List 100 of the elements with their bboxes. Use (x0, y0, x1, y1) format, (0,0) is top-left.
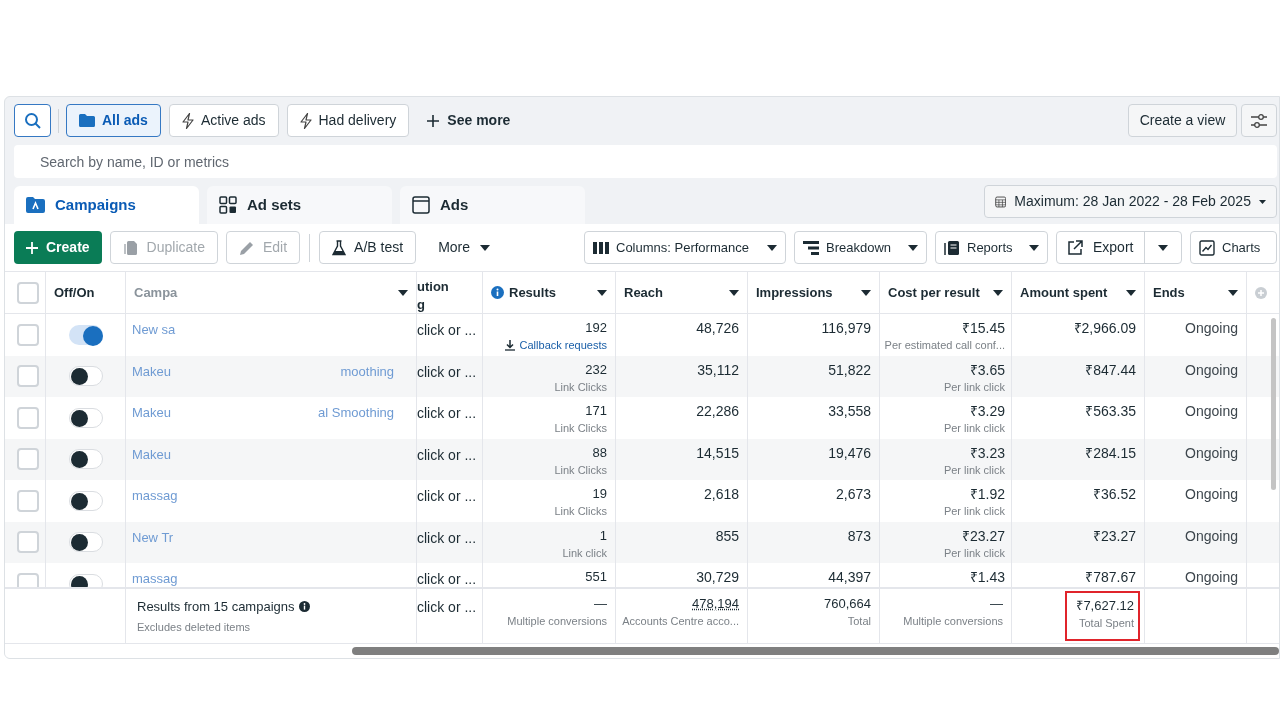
table-cell: Ongoing (1185, 444, 1238, 461)
cell-label: Per link click (943, 379, 1005, 395)
window-icon (412, 196, 430, 214)
table-cell: 14,515 (696, 444, 739, 461)
horizontal-scrollbar[interactable] (352, 647, 1279, 655)
toggle-switch[interactable] (68, 490, 103, 511)
more-button[interactable]: More (426, 231, 503, 264)
column-header: Cost per result (888, 283, 981, 302)
table-cell: 35,112 (697, 361, 739, 378)
table-cell: click or ... (417, 446, 477, 463)
toggle-switch[interactable] (68, 532, 103, 553)
callback-link[interactable]: Callback requests (504, 337, 607, 354)
table-cell: 2,618 (703, 486, 739, 502)
checkbox[interactable] (17, 448, 39, 471)
table-cell: ₹1.43 (969, 569, 1005, 585)
table-cell: 171 (585, 403, 607, 419)
caret-icon (480, 244, 491, 251)
copy-icon (122, 239, 139, 256)
table-cell: 88 (592, 444, 607, 461)
table-cell: Ongoing (1185, 486, 1238, 502)
info-icon (298, 601, 310, 613)
tab[interactable]: Ads (400, 186, 585, 224)
cell-label: Link Clicks (554, 379, 607, 395)
plus-icon (26, 241, 38, 254)
summary-cell-text: 478,194 Accounts Centre acco... (621, 595, 740, 629)
summary-title: Results from 15 campaigns (137, 598, 295, 616)
table-cell: ₹23.27 (961, 527, 1005, 544)
checkbox[interactable] (17, 489, 39, 512)
toggle-switch[interactable] (68, 366, 103, 387)
table-cell: Ongoing (1185, 361, 1238, 378)
toggle-switch[interactable] (68, 407, 103, 428)
table-cell: 2,673 (835, 486, 871, 502)
grid-icon (219, 196, 237, 214)
toolbar-button[interactable]: Breakdown (794, 231, 927, 264)
table-cell: 22,286 (696, 403, 739, 419)
folder-icon (26, 197, 45, 213)
toolbar-button[interactable]: Charts (1190, 231, 1277, 264)
table-cell: ₹3.65 (969, 361, 1005, 378)
table-cell: Ongoing (1185, 320, 1238, 336)
cell-label: Link click (562, 545, 607, 561)
table-cell: 44,397 (828, 569, 871, 585)
column-header: Ends (1153, 283, 1186, 302)
table-cell: click or ... (417, 405, 477, 421)
search-icon (23, 111, 42, 130)
table-cell: 19,476 (828, 444, 871, 461)
column-header: Results (509, 283, 557, 302)
calendar-icon (995, 193, 1007, 210)
table-cell: ₹787.67 (1085, 569, 1136, 585)
table-cell: 192 (585, 320, 607, 336)
toggle-switch[interactable] (68, 324, 103, 345)
checkbox[interactable] (17, 281, 39, 304)
sliders-icon (1250, 113, 1268, 128)
date-range-button[interactable]: Maximum: 28 Jan 2022 - 28 Feb 2025 (984, 185, 1277, 218)
search-button[interactable] (14, 104, 51, 137)
cell-label: Link Clicks (554, 504, 607, 519)
column-header: ution g (417, 278, 449, 313)
column-header: Amount spent (1020, 283, 1109, 302)
column-header: Reach (624, 283, 665, 302)
table-cell: Ongoing (1185, 403, 1238, 419)
filter-chip[interactable]: Had delivery (286, 104, 410, 137)
checkbox[interactable] (17, 406, 39, 429)
tab[interactable]: Ad sets (207, 186, 392, 224)
table-cell: ₹23.27 (1092, 527, 1136, 544)
table-cell: 48,726 (696, 320, 739, 336)
lightning-icon (181, 112, 194, 129)
column-header: Impressions (756, 283, 834, 302)
table-cell: 232 (585, 361, 607, 378)
add-column-icon (1255, 286, 1267, 299)
summary-cell-text: — Multiple conversions (902, 595, 1004, 629)
toolbar-button[interactable]: A/B test (319, 231, 417, 264)
table-cell: Ongoing (1185, 527, 1238, 544)
caret-icon (993, 289, 1003, 296)
toggle-switch[interactable] (68, 449, 103, 470)
stacked-bars-icon (803, 240, 819, 255)
table-cell: click or ... (417, 571, 477, 587)
table-cell: 116,979 (821, 320, 871, 336)
info-icon (491, 286, 504, 299)
create-button[interactable]: Create (14, 231, 102, 264)
toolbar-button[interactable]: Columns: Performance (584, 231, 786, 264)
checkbox[interactable] (17, 323, 39, 346)
caret-icon (767, 244, 777, 251)
table-cell: ₹1.92 (969, 486, 1005, 502)
see-more-button[interactable]: See more (419, 104, 519, 137)
flask-icon (332, 239, 347, 256)
caret-icon (1126, 289, 1136, 296)
filter-chip[interactable]: All ads (66, 104, 161, 137)
checkbox[interactable] (17, 365, 39, 388)
toggle-switch[interactable] (68, 573, 103, 587)
settings-button[interactable] (1241, 104, 1277, 137)
vertical-scrollbar[interactable] (1271, 318, 1276, 490)
cell-label: Link Clicks (554, 462, 607, 478)
search-field[interactable]: Search by name, ID or metrics (14, 145, 1277, 178)
tab[interactable]: Campaigns (14, 186, 199, 224)
table-cell: ₹563.35 (1085, 403, 1136, 419)
filter-chip[interactable]: Active ads (168, 104, 279, 137)
toolbar-button[interactable]: Reports (935, 231, 1048, 264)
column-header: Off/On (54, 283, 95, 302)
create-view-button[interactable]: Create a view (1128, 104, 1237, 137)
checkbox[interactable] (17, 531, 39, 554)
table-cell: 551 (585, 569, 607, 585)
